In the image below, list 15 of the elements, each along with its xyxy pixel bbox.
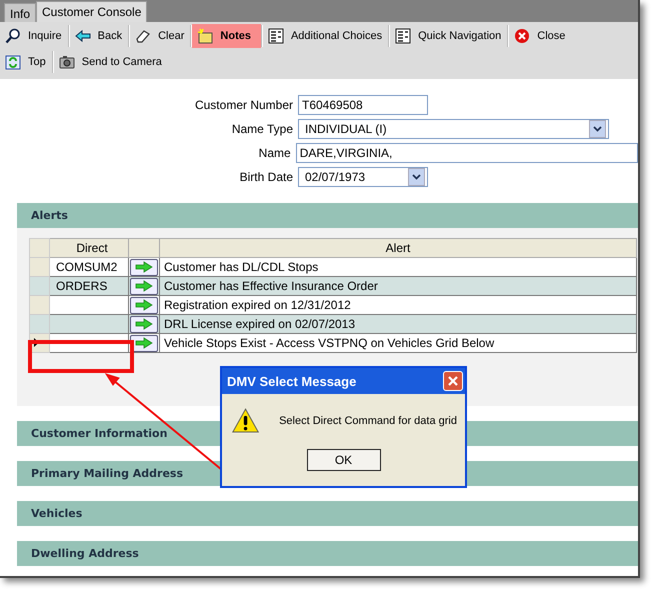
field-label: Name Type: [230, 122, 293, 136]
table-cell: Customer has Effective Insurance Order: [164, 279, 378, 293]
field-label: Birth Date: [238, 170, 293, 184]
table-cell: COMSUM2: [56, 260, 118, 274]
table-cell: ORDERS: [56, 279, 108, 293]
dialog-message: Select Direct Command for data grid: [279, 415, 457, 427]
field-label: Name: [258, 146, 291, 160]
column-header: Direct: [50, 238, 128, 258]
table-cell: Vehicle Stops Exist - Access VSTPNQ on Vehicles Grid Below: [164, 336, 494, 350]
field-label: Customer Number: [194, 98, 293, 112]
table-cell: Registration expired on 12/31/2012: [164, 298, 351, 312]
column-header: Alert: [160, 238, 636, 258]
dialog-title: DMV Select Message: [227, 374, 356, 388]
table-cell: Customer has DL/CDL Stops: [164, 260, 318, 274]
table-cell: DRL License expired on 02/07/2013: [164, 317, 356, 331]
